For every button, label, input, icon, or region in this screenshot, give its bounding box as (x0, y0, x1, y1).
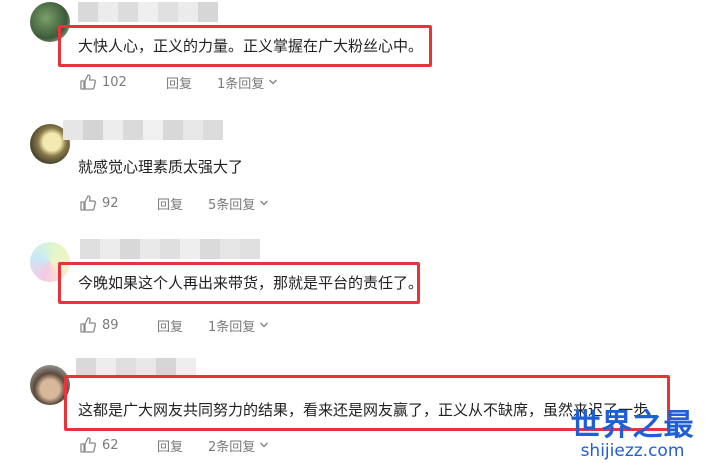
chevron-down-icon (260, 442, 269, 448)
view-replies-button[interactable]: 1条回复 (208, 315, 269, 335)
comment-item: 就感觉心理素质太强大了 92 回复 5条回复 (0, 115, 705, 230)
comment-actions: 89 回复 1条回复 (80, 315, 380, 335)
username-blurred[interactable] (80, 239, 260, 259)
thumbs-up-icon (80, 74, 96, 90)
chevron-down-icon (260, 200, 269, 206)
comment-actions: 102 回复 1条回复 (80, 72, 380, 92)
thumbs-up-icon (80, 437, 96, 453)
like-count: 62 (102, 437, 119, 453)
like-count: 102 (102, 74, 127, 90)
comment-item: 大快人心，正义的力量。正义掌握在广大粉丝心中。 102 回复 1条回复 (0, 0, 705, 115)
reply-button[interactable]: 回复 (157, 315, 183, 335)
reply-button[interactable]: 回复 (166, 72, 192, 92)
thumbs-up-icon (80, 317, 96, 333)
comment-text: 大快人心，正义的力量。正义掌握在广大粉丝心中。 (78, 37, 424, 55)
like-button[interactable]: 89 (80, 315, 119, 335)
comment-actions: 92 回复 5条回复 (80, 193, 380, 213)
comment-feed: { "comments": [ {"text":"大快人心，正义的力量。正义掌握… (0, 0, 705, 463)
replies-count: 1条回复 (208, 319, 256, 335)
replies-count: 5条回复 (208, 197, 256, 213)
like-count: 89 (102, 317, 119, 333)
reply-button[interactable]: 回复 (157, 435, 183, 455)
chevron-down-icon (269, 79, 278, 85)
view-replies-button[interactable]: 2条回复 (208, 435, 269, 455)
comment-text: 就感觉心理素质太强大了 (78, 158, 244, 176)
comment-text: 今晚如果这个人再出来带货，那就是平台的责任了。 (78, 274, 424, 292)
replies-count: 1条回复 (217, 76, 265, 92)
like-count: 92 (102, 195, 119, 211)
replies-count: 2条回复 (208, 439, 256, 455)
like-button[interactable]: 102 (80, 72, 127, 92)
thumbs-up-icon (80, 195, 96, 211)
watermark-url: shijiezz.com (580, 441, 685, 461)
view-replies-button[interactable]: 5条回复 (208, 193, 269, 213)
like-button[interactable]: 62 (80, 435, 119, 455)
view-replies-button[interactable]: 1条回复 (217, 72, 278, 92)
chevron-down-icon (260, 322, 269, 328)
username-blurred[interactable] (78, 2, 218, 22)
username-blurred[interactable] (63, 120, 223, 140)
comment-actions: 62 回复 2条回复 (80, 435, 380, 455)
comment-text: 这都是广大网友共同努力的结果，看来还是网友赢了，正义从不缺席，虽然来迟了一步 (78, 401, 649, 419)
watermark-title: 世界之最 (570, 408, 695, 443)
reply-button[interactable]: 回复 (157, 193, 183, 213)
comment-item: 今晚如果这个人再出来带货，那就是平台的责任了。 89 回复 1条回复 (0, 230, 705, 345)
site-watermark: 世界之最 shijiezz.com (570, 408, 695, 462)
like-button[interactable]: 92 (80, 193, 119, 213)
